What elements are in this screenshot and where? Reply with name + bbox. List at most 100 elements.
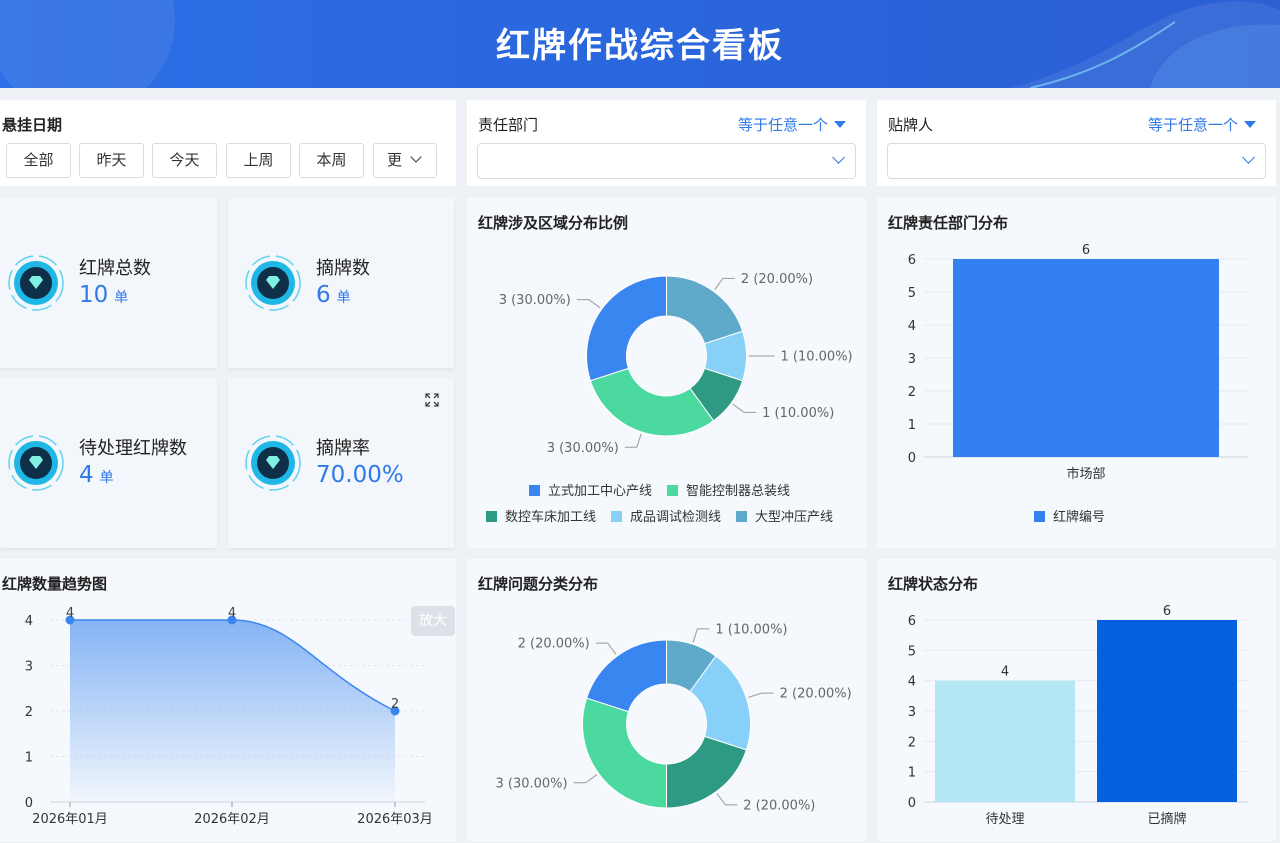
status-chart-panel: 红牌状态分布 0 1 2 3 4 5 6 4 待处理 6 已摘牌 (877, 559, 1276, 841)
pie-slice (582, 697, 667, 809)
poster-filter-label: 贴牌人 (888, 116, 934, 134)
pie-data-label: 3 (30.00%) (495, 776, 567, 791)
point-value-label: 2 (391, 697, 399, 712)
chevron-down-icon (832, 151, 845, 164)
x-tick-label: 已摘牌 (1147, 811, 1186, 827)
legend-item[interactable]: 红牌编号 (1034, 506, 1105, 525)
pie-data-label: 1 (10.00%) (781, 350, 853, 365)
x-tick-label: 2026年02月 (194, 812, 270, 827)
point-value-label: 4 (66, 606, 74, 621)
trend-area (70, 620, 395, 802)
kpi-total-card: 红牌总数 10 单 (0, 198, 217, 368)
y-tick-label: 3 (908, 705, 916, 720)
legend-item[interactable]: 大型冲压产线 (736, 506, 833, 525)
pie-label-line (595, 642, 617, 655)
chevron-down-icon (1242, 151, 1255, 164)
y-tick-label: 5 (908, 286, 916, 301)
pie-slice (666, 275, 744, 345)
pie-label-line (714, 277, 735, 290)
trend-area-chart: 0 1 2 3 4 4 2026年01月 4 2026年02月 2 2026年03月 (25, 606, 433, 827)
dept-bar-chart: 0 1 2 3 4 5 6 6 市场部 (908, 243, 1248, 482)
date-yesterday-button[interactable]: 昨天 (79, 143, 144, 178)
legend-item[interactable]: 成品调试检测线 (611, 506, 721, 525)
y-tick-label: 0 (908, 451, 916, 466)
pie-data-label: 2 (20.00%) (780, 687, 852, 702)
kpi-rate-card: 摘牌率 70.00% (228, 378, 454, 548)
issue-donut-chart: 1 (10.00%) 2 (20.00%) 2 (20.00%) 3 (30.00%)… (495, 622, 852, 813)
pie-data-label: 3 (30.00%) (547, 441, 619, 456)
expand-icon[interactable] (425, 393, 439, 407)
kpi-total-label: 红牌总数 (79, 258, 151, 279)
kpi-pending-label: 待处理红牌数 (79, 438, 187, 459)
y-tick-label: 4 (25, 614, 33, 629)
poster-select[interactable] (887, 143, 1266, 179)
issue-chart-panel: 红牌问题分类分布 1 (10.00%) 2 (20.00%) 2 (20.00%) 3… (467, 559, 866, 841)
diamond-icon (8, 435, 64, 491)
legend-swatch (486, 511, 497, 522)
date-more-label: 更 (387, 151, 403, 169)
x-tick-label: 2026年03月 (357, 812, 433, 827)
bar (1097, 620, 1237, 802)
y-tick-label: 2 (25, 705, 33, 720)
legend-item[interactable]: 立式加工中心产线 (529, 480, 652, 499)
pie-slice (589, 367, 715, 437)
date-today-button[interactable]: 今天 (152, 143, 217, 178)
legend-swatch (611, 511, 622, 522)
pie-slice (586, 275, 667, 382)
trend-chart-panel: 红牌数量趋势图 0 1 2 3 4 4 2026年01月 4 2026年02月 2 2026年03月 (0, 559, 456, 841)
kpi-pending-card: 待处理红牌数 4单 (0, 378, 217, 548)
pie-data-label: 2 (20.00%) (518, 637, 590, 652)
y-tick-label: 2 (908, 385, 916, 400)
department-operator-dropdown[interactable]: 等于任意一个 (738, 114, 847, 135)
region-donut-chart: 2 (20.00%) 1 (10.00%) 1 (10.00%) 3 (30.00%)… (499, 272, 853, 456)
status-bar-chart: 0 1 2 3 4 5 6 4 待处理 6 已摘牌 (908, 604, 1248, 827)
pie-slice (585, 639, 667, 713)
pie-data-label: 2 (20.00%) (743, 798, 815, 813)
pie-data-label: 2 (20.00%) (741, 272, 813, 287)
bar-value-label: 6 (1082, 243, 1090, 258)
x-tick-label: 2026年01月 (32, 812, 108, 827)
date-this-week-button[interactable]: 本周 (299, 143, 364, 178)
legend-item[interactable]: 数控车床加工线 (486, 506, 596, 525)
date-last-week-button[interactable]: 上周 (226, 143, 291, 178)
bar-value-label: 6 (1163, 604, 1171, 619)
pie-label-line (624, 433, 642, 448)
y-tick-label: 2 (908, 735, 916, 750)
y-tick-label: 6 (908, 253, 916, 268)
zoom-tooltip[interactable]: 放大 (411, 606, 455, 636)
pie-label-line (576, 299, 601, 309)
dept-chart-panel: 红牌责任部门分布 0 1 2 3 4 5 6 6 市场部 红牌编号 (877, 198, 1276, 548)
page-title: 红牌作战综合看板 (496, 26, 784, 66)
pie-label-line (716, 793, 738, 806)
pie-slice (666, 735, 748, 809)
legend-item[interactable]: 智能控制器总装线 (667, 480, 790, 499)
y-tick-label: 4 (908, 675, 916, 690)
legend-swatch (667, 485, 678, 496)
poster-operator-dropdown[interactable]: 等于任意一个 (1148, 114, 1257, 135)
diamond-icon (245, 435, 301, 491)
y-tick-label: 1 (908, 766, 916, 781)
pie-label-line (732, 403, 757, 413)
kpi-total-value: 10 单 (79, 282, 129, 308)
caret-down-icon (834, 121, 847, 128)
date-more-button[interactable]: 更 (373, 143, 437, 178)
region-chart-panel: 红牌涉及区域分布比例 2 (20.00%) 1 (10.00%) 1 (10.00%… (467, 198, 866, 548)
department-operator-label: 等于任意一个 (738, 116, 829, 134)
date-filter-label: 悬挂日期 (2, 116, 63, 134)
kpi-rate-value: 70.00% (316, 462, 404, 488)
pie-label-line (692, 628, 710, 643)
department-select[interactable] (477, 143, 856, 179)
bar-value-label: 4 (1001, 665, 1009, 680)
kpi-rate-label: 摘牌率 (316, 438, 370, 459)
kpi-removed-label: 摘牌数 (316, 258, 370, 279)
bar (935, 680, 1075, 802)
y-tick-label: 3 (908, 352, 916, 367)
y-tick-label: 1 (25, 751, 33, 766)
y-tick-label: 6 (908, 614, 916, 629)
pie-data-label: 1 (10.00%) (762, 406, 834, 421)
pie-label-line (748, 692, 774, 698)
diamond-icon (245, 255, 301, 311)
kpi-removed-card: 摘牌数 6单 (228, 198, 454, 368)
date-all-button[interactable]: 全部 (6, 143, 71, 178)
y-tick-label: 0 (25, 796, 33, 811)
